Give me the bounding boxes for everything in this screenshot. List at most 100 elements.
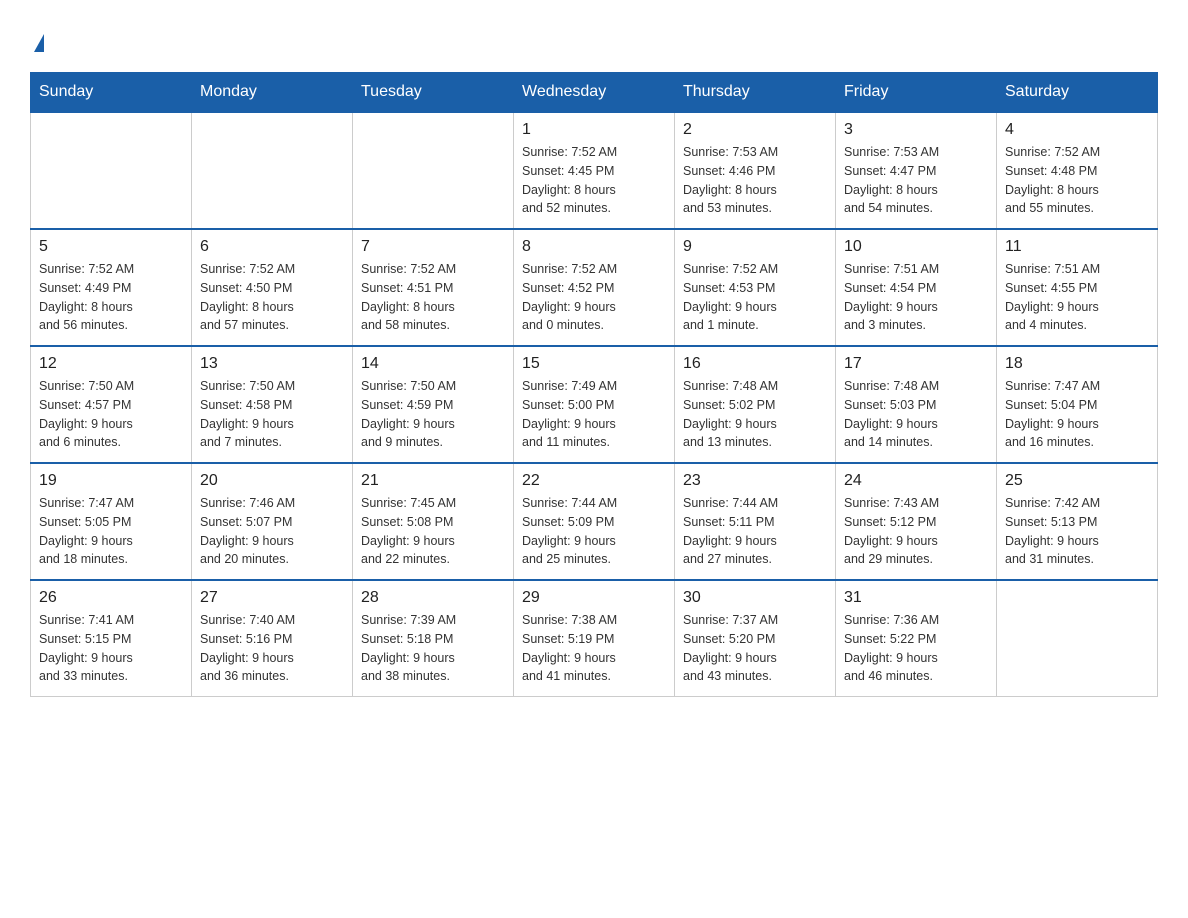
day-number: 25: [1005, 472, 1149, 490]
day-number: 11: [1005, 238, 1149, 256]
calendar-cell: 10Sunrise: 7:51 AMSunset: 4:54 PMDayligh…: [836, 229, 997, 346]
week-row-3: 12 Sunrise: 7:50 AMSunset: 4:57 PMDayligh…: [31, 346, 1158, 463]
day-number: 6: [200, 238, 344, 256]
day-number: 18: [1005, 355, 1149, 373]
logo-triangle-icon: [34, 34, 44, 52]
day-info: Sunrise: 7:52 AMSunset: 4:50 PMDaylight:…: [200, 260, 344, 335]
day-info: Sunrise: 7:47 AMSunset: 5:05 PMDaylight:…: [39, 494, 183, 569]
day-number: 22: [522, 472, 666, 490]
day-info: Sunrise: 7:45 AMSunset: 5:08 PMDaylight:…: [361, 494, 505, 569]
day-info: Sunrise: 7:52 AMSunset: 4:53 PMDaylight:…: [683, 260, 827, 335]
day-number: 9: [683, 238, 827, 256]
day-info: Sunrise: 7:51 AMSunset: 4:54 PMDaylight:…: [844, 260, 988, 335]
calendar-cell: 13 Sunrise: 7:50 AMSunset: 4:58 PMDayligh…: [192, 346, 353, 463]
day-number: 5: [39, 238, 183, 256]
day-info: Sunrise: 7:48 AMSunset: 5:02 PMDaylight:…: [683, 377, 827, 452]
week-row-4: 19 Sunrise: 7:47 AMSunset: 5:05 PMDayligh…: [31, 463, 1158, 580]
day-info: Sunrise: 7:48 AMSunset: 5:03 PMDaylight:…: [844, 377, 988, 452]
header-friday: Friday: [836, 73, 997, 113]
calendar-body: 1Sunrise: 7:52 AMSunset: 4:45 PMDaylight…: [31, 112, 1158, 697]
calendar-cell: [31, 112, 192, 229]
day-number: 23: [683, 472, 827, 490]
calendar-cell: 2 Sunrise: 7:53 AMSunset: 4:46 PMDaylight…: [675, 112, 836, 229]
header-row: SundayMondayTuesdayWednesdayThursdayFrid…: [31, 73, 1158, 113]
day-info: Sunrise: 7:52 AMSunset: 4:48 PMDaylight:…: [1005, 143, 1149, 218]
day-number: 29: [522, 589, 666, 607]
day-number: 17: [844, 355, 988, 373]
calendar-cell: 24Sunrise: 7:43 AMSunset: 5:12 PMDayligh…: [836, 463, 997, 580]
day-info: Sunrise: 7:43 AMSunset: 5:12 PMDaylight:…: [844, 494, 988, 569]
calendar-cell: 1Sunrise: 7:52 AMSunset: 4:45 PMDaylight…: [514, 112, 675, 229]
day-info: Sunrise: 7:50 AMSunset: 4:57 PMDaylight:…: [39, 377, 183, 452]
calendar-cell: 4 Sunrise: 7:52 AMSunset: 4:48 PMDaylight…: [997, 112, 1158, 229]
calendar-cell: 19 Sunrise: 7:47 AMSunset: 5:05 PMDayligh…: [31, 463, 192, 580]
day-info: Sunrise: 7:52 AMSunset: 4:45 PMDaylight:…: [522, 143, 666, 218]
day-info: Sunrise: 7:41 AMSunset: 5:15 PMDaylight:…: [39, 611, 183, 686]
day-number: 12: [39, 355, 183, 373]
header-sunday: Sunday: [31, 73, 192, 113]
calendar-cell: [997, 580, 1158, 697]
calendar-cell: 29 Sunrise: 7:38 AMSunset: 5:19 PMDayligh…: [514, 580, 675, 697]
day-info: Sunrise: 7:53 AMSunset: 4:46 PMDaylight:…: [683, 143, 827, 218]
day-info: Sunrise: 7:42 AMSunset: 5:13 PMDaylight:…: [1005, 494, 1149, 569]
calendar-cell: 30 Sunrise: 7:37 AMSunset: 5:20 PMDayligh…: [675, 580, 836, 697]
calendar-cell: [192, 112, 353, 229]
calendar-cell: 27 Sunrise: 7:40 AMSunset: 5:16 PMDayligh…: [192, 580, 353, 697]
calendar-cell: 23 Sunrise: 7:44 AMSunset: 5:11 PMDayligh…: [675, 463, 836, 580]
header-tuesday: Tuesday: [353, 73, 514, 113]
page-header: [30, 30, 1158, 52]
day-number: 14: [361, 355, 505, 373]
day-info: Sunrise: 7:53 AMSunset: 4:47 PMDaylight:…: [844, 143, 988, 218]
calendar-cell: 17 Sunrise: 7:48 AMSunset: 5:03 PMDayligh…: [836, 346, 997, 463]
calendar-cell: 6 Sunrise: 7:52 AMSunset: 4:50 PMDaylight…: [192, 229, 353, 346]
week-row-5: 26 Sunrise: 7:41 AMSunset: 5:15 PMDayligh…: [31, 580, 1158, 697]
calendar-table: SundayMondayTuesdayWednesdayThursdayFrid…: [30, 72, 1158, 697]
logo-general-text: [30, 30, 44, 52]
day-number: 7: [361, 238, 505, 256]
day-info: Sunrise: 7:44 AMSunset: 5:11 PMDaylight:…: [683, 494, 827, 569]
header-wednesday: Wednesday: [514, 73, 675, 113]
day-info: Sunrise: 7:52 AMSunset: 4:51 PMDaylight:…: [361, 260, 505, 335]
calendar-cell: 15Sunrise: 7:49 AMSunset: 5:00 PMDayligh…: [514, 346, 675, 463]
day-number: 13: [200, 355, 344, 373]
calendar-cell: 3Sunrise: 7:53 AMSunset: 4:47 PMDaylight…: [836, 112, 997, 229]
day-number: 27: [200, 589, 344, 607]
day-info: Sunrise: 7:47 AMSunset: 5:04 PMDaylight:…: [1005, 377, 1149, 452]
day-number: 4: [1005, 121, 1149, 139]
day-info: Sunrise: 7:40 AMSunset: 5:16 PMDaylight:…: [200, 611, 344, 686]
day-number: 20: [200, 472, 344, 490]
calendar-cell: 16Sunrise: 7:48 AMSunset: 5:02 PMDayligh…: [675, 346, 836, 463]
week-row-2: 5 Sunrise: 7:52 AMSunset: 4:49 PMDaylight…: [31, 229, 1158, 346]
day-info: Sunrise: 7:39 AMSunset: 5:18 PMDaylight:…: [361, 611, 505, 686]
calendar-cell: 12 Sunrise: 7:50 AMSunset: 4:57 PMDayligh…: [31, 346, 192, 463]
header-monday: Monday: [192, 73, 353, 113]
calendar-cell: 14Sunrise: 7:50 AMSunset: 4:59 PMDayligh…: [353, 346, 514, 463]
day-number: 19: [39, 472, 183, 490]
calendar-cell: 8Sunrise: 7:52 AMSunset: 4:52 PMDaylight…: [514, 229, 675, 346]
day-number: 30: [683, 589, 827, 607]
day-info: Sunrise: 7:44 AMSunset: 5:09 PMDaylight:…: [522, 494, 666, 569]
calendar-cell: 11 Sunrise: 7:51 AMSunset: 4:55 PMDayligh…: [997, 229, 1158, 346]
day-number: 28: [361, 589, 505, 607]
day-info: Sunrise: 7:52 AMSunset: 4:49 PMDaylight:…: [39, 260, 183, 335]
calendar-cell: 28 Sunrise: 7:39 AMSunset: 5:18 PMDayligh…: [353, 580, 514, 697]
day-number: 31: [844, 589, 988, 607]
header-saturday: Saturday: [997, 73, 1158, 113]
week-row-1: 1Sunrise: 7:52 AMSunset: 4:45 PMDaylight…: [31, 112, 1158, 229]
day-info: Sunrise: 7:51 AMSunset: 4:55 PMDaylight:…: [1005, 260, 1149, 335]
day-info: Sunrise: 7:50 AMSunset: 4:58 PMDaylight:…: [200, 377, 344, 452]
calendar-header: SundayMondayTuesdayWednesdayThursdayFrid…: [31, 73, 1158, 113]
calendar-cell: 21Sunrise: 7:45 AMSunset: 5:08 PMDayligh…: [353, 463, 514, 580]
calendar-cell: 9 Sunrise: 7:52 AMSunset: 4:53 PMDaylight…: [675, 229, 836, 346]
day-number: 2: [683, 121, 827, 139]
calendar-cell: 5 Sunrise: 7:52 AMSunset: 4:49 PMDaylight…: [31, 229, 192, 346]
day-number: 26: [39, 589, 183, 607]
calendar-cell: 26 Sunrise: 7:41 AMSunset: 5:15 PMDayligh…: [31, 580, 192, 697]
day-info: Sunrise: 7:36 AMSunset: 5:22 PMDaylight:…: [844, 611, 988, 686]
day-info: Sunrise: 7:38 AMSunset: 5:19 PMDaylight:…: [522, 611, 666, 686]
calendar-cell: 31 Sunrise: 7:36 AMSunset: 5:22 PMDayligh…: [836, 580, 997, 697]
day-info: Sunrise: 7:49 AMSunset: 5:00 PMDaylight:…: [522, 377, 666, 452]
calendar-cell: 7 Sunrise: 7:52 AMSunset: 4:51 PMDaylight…: [353, 229, 514, 346]
day-info: Sunrise: 7:37 AMSunset: 5:20 PMDaylight:…: [683, 611, 827, 686]
day-number: 8: [522, 238, 666, 256]
